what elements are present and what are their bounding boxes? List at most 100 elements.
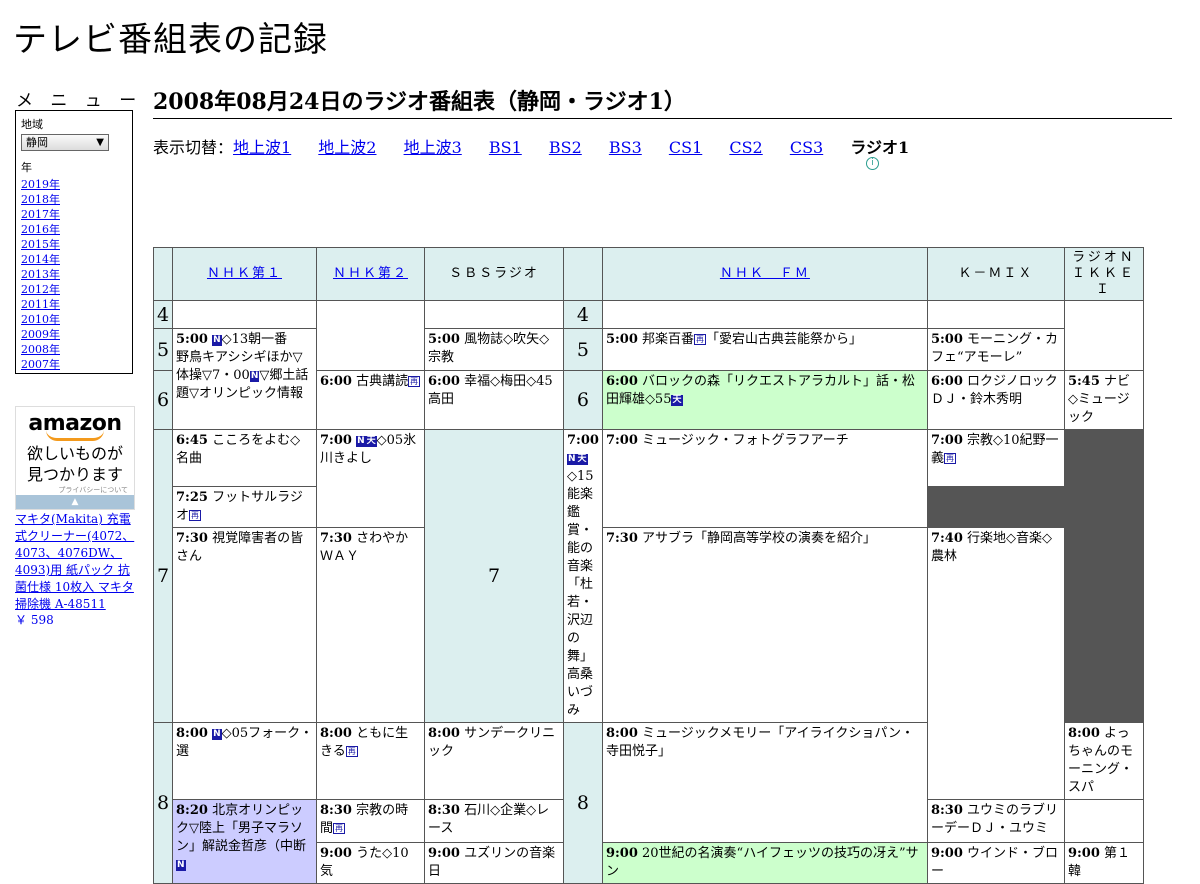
year-link[interactable]: 2013年	[21, 268, 60, 281]
channel-header-sbs: ＳＢＳラジオ	[425, 248, 563, 300]
info-icon[interactable]: i	[866, 157, 879, 170]
year-list: 2019年 2018年 2017年 2016年 2015年 2014年 2013…	[21, 177, 127, 372]
program-time: 8:00	[1067, 726, 1100, 741]
program-title: 邦楽百番	[642, 332, 695, 347]
channel-label-nikkei: ラジオＮＩＫＫＥＩ	[1071, 250, 1136, 297]
program-cell[interactable]: 7:30 さわやかＷＡＹ	[317, 528, 424, 722]
program-time: 9:00	[930, 846, 963, 861]
program-cell[interactable]: 8:00 ミュージックメモリー「アイライクショパン・寺田悦子」	[602, 723, 927, 842]
program-cell[interactable]: 9:00 ウインド・ブロー	[927, 843, 1064, 883]
region-select[interactable]: 静岡 ▼	[21, 134, 109, 151]
program-cell[interactable]: 8:30 宗教の時間再	[317, 800, 424, 842]
hour-label: 4	[154, 301, 172, 328]
year-link[interactable]: 2019年	[21, 178, 60, 191]
program-cell[interactable]: 5:00 N◇13朝一番 野鳥キアシシギほか▽体操▽7・00N▽郷土話題▽オリン…	[173, 329, 316, 429]
channel-link-nhk2[interactable]: ＮＨＫ第２	[333, 266, 408, 281]
year-link[interactable]: 2010年	[21, 313, 60, 326]
year-link[interactable]: 2011年	[21, 298, 60, 311]
program-time: 6:00	[320, 374, 352, 389]
program-cell[interactable]: 7:00 ミュージック・フォトグラフアーチ	[602, 430, 927, 527]
program-title: アサブラ「静岡高等学校の演奏を紹介」	[642, 531, 877, 546]
program-title: ミュージック・フォトグラフアーチ	[642, 433, 849, 448]
switch-link-bs3[interactable]: BS3	[609, 138, 642, 157]
switch-link-bs1[interactable]: BS1	[489, 138, 522, 157]
year-link[interactable]: 2007年	[21, 358, 60, 371]
switch-link-cs3[interactable]: CS3	[790, 138, 823, 157]
program-cell[interactable]: 7:00 N 天◇05氷川きよし	[317, 430, 424, 527]
year-link[interactable]: 2009年	[21, 328, 60, 341]
program-cell[interactable]: 8:30 ユウミのラブリーデーＤＪ・ユウミ	[927, 800, 1064, 842]
program-cell[interactable]: 5:00 風物誌◇吹矢◇宗教	[425, 329, 563, 370]
program-cell[interactable]: 8:00 N◇05フォーク・選	[173, 723, 316, 799]
program-cell[interactable]: 6:00 ロクジノロックＤＪ・鈴木秀明	[927, 371, 1064, 429]
program-cell[interactable]: 6:00 古典講読再	[317, 371, 424, 429]
program-cell[interactable]: 7:00 N 天 ◇15能楽鑑賞・能の音楽「杜若・沢辺の舞」高桑いづみ	[564, 430, 602, 722]
program-time: 6:00	[605, 374, 638, 389]
channel-header-kmix: Ｋ－ＭＩＸ	[927, 248, 1064, 300]
year-link[interactable]: 2018年	[21, 193, 60, 206]
rebroadcast-icon: 再	[694, 334, 707, 345]
year-link[interactable]: 2008年	[21, 343, 60, 356]
menu-box: 地域 静岡 ▼ 年 2019年 2018年 2017年 2016年 2015年 …	[15, 110, 133, 374]
program-cell[interactable]: 6:00 幸福◇梅田◇45高田	[425, 371, 563, 429]
switch-link-terrestrial-1[interactable]: 地上波1	[233, 138, 291, 157]
program-time: 9:00	[605, 846, 638, 861]
channel-header-nhk2[interactable]: ＮＨＫ第２	[317, 248, 424, 300]
radio-schedule-table: ＮＨＫ第１ ＮＨＫ第２ ＳＢＳラジオ ＮＨＫ ＦＭ Ｋ－ＭＩＸ ラジオＮＩＫＫＥ…	[153, 247, 1144, 884]
program-cell[interactable]: 7:30 視覚障害者の皆さん	[173, 528, 316, 722]
hour-label: 8	[564, 723, 602, 883]
year-link[interactable]: 2015年	[21, 238, 60, 251]
program-cell[interactable]: 8:00 サンデークリニック	[425, 723, 563, 799]
program-cell[interactable]: 9:00 うた◇10気	[317, 843, 424, 883]
year-link[interactable]: 2014年	[21, 253, 60, 266]
ad-product-link[interactable]: マキタ(Makita) 充電式クリーナー(4072、4073、4076DW、40…	[15, 511, 137, 613]
program-cell[interactable]: 8:20 北京オリンピック▽陸上「男子マラソン」解説金哲彦（中断N	[173, 800, 316, 883]
program-cell[interactable]: 8:30 石川◇企業◇レース	[425, 800, 563, 842]
news-icon: N	[567, 454, 577, 465]
year-link[interactable]: 2016年	[21, 223, 60, 236]
program-cell[interactable]: 9:00 ユズリンの音楽日	[425, 843, 563, 883]
switch-link-bs2[interactable]: BS2	[549, 138, 582, 157]
channel-link-nhkfm[interactable]: ＮＨＫ ＦＭ	[720, 266, 810, 281]
program-empty	[317, 301, 424, 370]
hour-label: 8	[154, 723, 172, 883]
amazon-logo: amazon	[28, 411, 122, 436]
program-cell[interactable]: 6:00 バロックの森「リクエストアラカルト」話・松田輝雄◇55天	[602, 371, 927, 429]
program-cell[interactable]: 5:00 モーニング・カフェ“アモーレ”	[927, 329, 1064, 370]
program-cell[interactable]: 7:00 宗教◇10紀野一義再	[927, 430, 1064, 486]
amazon-ad-banner[interactable]: amazon 欲しいものが 見つかります プライバシーについて ▲	[15, 406, 135, 510]
program-time: 9:00	[428, 846, 460, 861]
program-time: 6:45	[176, 433, 208, 448]
switch-link-terrestrial-2[interactable]: 地上波2	[318, 138, 376, 157]
program-cell[interactable]: 7:40 行楽地◇音楽◇農林	[927, 528, 1064, 799]
program-time: 7:30	[176, 531, 208, 546]
ad-privacy-link[interactable]: プライバシーについて	[16, 485, 134, 495]
year-link[interactable]: 2012年	[21, 283, 60, 296]
year-link[interactable]: 2017年	[21, 208, 60, 221]
switch-link-terrestrial-3[interactable]: 地上波3	[404, 138, 462, 157]
channel-header-nhk1[interactable]: ＮＨＫ第１	[173, 248, 316, 300]
display-switch-row: 表示切替：地上波1 地上波2 地上波3 BS1 BS2 BS3 CS1 CS2 …	[153, 134, 931, 158]
program-time: 8:30	[320, 803, 352, 818]
program-empty	[425, 301, 563, 328]
news-icon: N	[212, 335, 222, 346]
program-cell[interactable]: 7:30 アサブラ「静岡高等学校の演奏を紹介」	[602, 528, 927, 722]
channel-header-nhkfm[interactable]: ＮＨＫ ＦＭ	[602, 248, 927, 300]
switch-link-cs1[interactable]: CS1	[669, 138, 702, 157]
program-cell[interactable]: 7:25 フットサルラジオ再	[173, 487, 316, 527]
hour-label: 5	[154, 329, 172, 370]
switch-link-cs2[interactable]: CS2	[729, 138, 762, 157]
program-cell[interactable]: 6:45 こころをよむ◇名曲	[173, 430, 316, 486]
program-cell[interactable]: 5:45 ナビ◇ミュージック	[1064, 371, 1143, 429]
site-title: テレビ番組表の記録	[13, 20, 328, 60]
program-time: 8:30	[428, 803, 460, 818]
program-cell[interactable]: 5:00 邦楽百番再「愛宕山古典芸能祭から」	[602, 329, 927, 370]
ad-expand-icon[interactable]: ▲	[16, 495, 134, 509]
program-cell[interactable]: 9:00 20世紀の名演奏“ハイフェッツの技巧の冴え”サン	[602, 843, 927, 883]
channel-link-nhk1[interactable]: ＮＨＫ第１	[207, 266, 282, 281]
program-cell[interactable]: 8:00 ともに生きる再	[317, 723, 424, 799]
weather-icon: 天	[671, 395, 683, 406]
program-cell[interactable]: 9:00 第１韓	[1064, 843, 1143, 883]
program-time: 6:00	[428, 374, 460, 389]
program-cell[interactable]: 8:00 よっちゃんのモーニング・スパ	[1064, 723, 1143, 799]
